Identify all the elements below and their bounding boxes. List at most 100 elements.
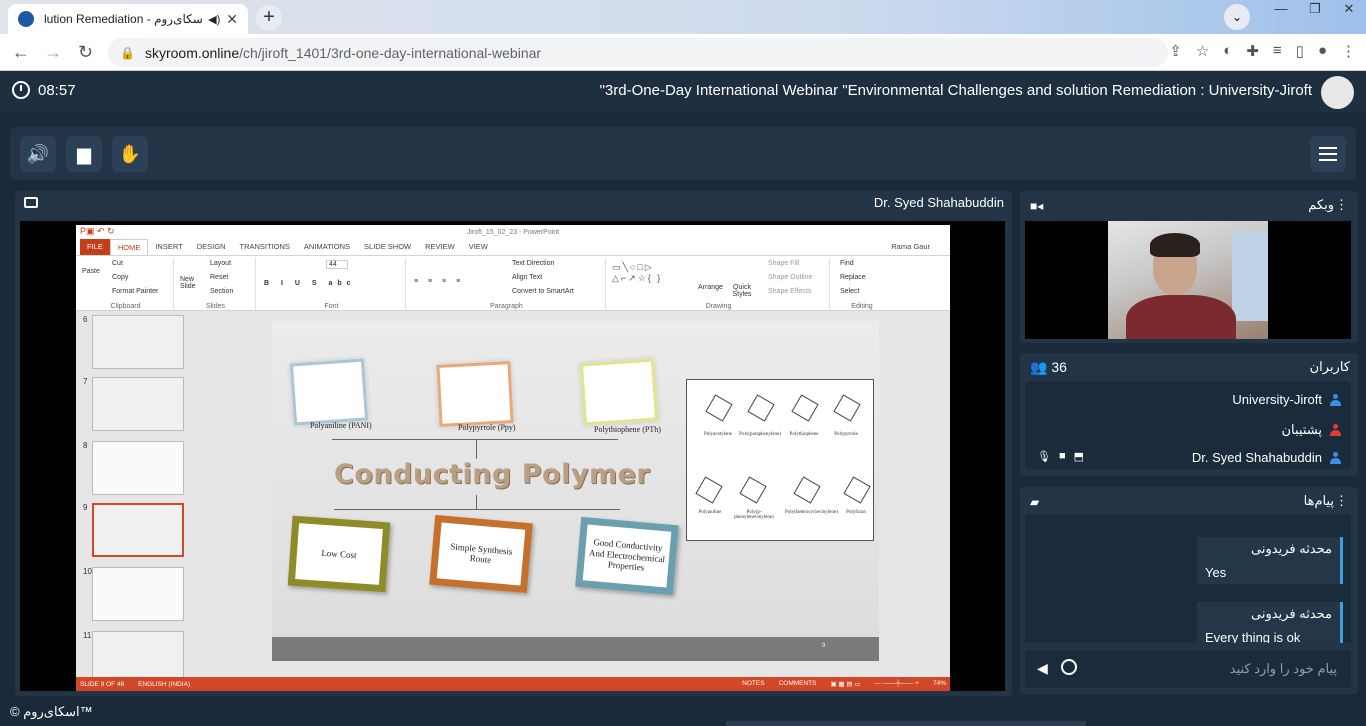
shape-effects-button[interactable]: Shape Effects	[768, 288, 811, 295]
speaker-button[interactable]: 🔊	[20, 136, 56, 172]
bookmark-star-icon[interactable]: ☆	[1196, 42, 1209, 60]
users-title: کاربران	[1309, 359, 1350, 374]
zoom-slider[interactable]: — ——┼—— +	[874, 680, 919, 688]
hamburger-menu-button[interactable]	[1310, 136, 1346, 172]
support-user-icon	[1330, 424, 1341, 436]
puzzle-icon[interactable]: ✚	[1246, 42, 1259, 60]
session-clock: 08:57	[12, 81, 76, 99]
chat-messages[interactable]: محدثه فریدونی Yes محدثه فریدونی Every th…	[1025, 515, 1351, 643]
arrange-button[interactable]: Arrange	[698, 284, 723, 291]
new-tab-button[interactable]: +	[256, 5, 282, 31]
browser-menu-icon[interactable]: ⋮	[1341, 42, 1356, 60]
zoom-level[interactable]: 74%	[933, 680, 946, 688]
chat-menu-icon[interactable]: ⋮	[1335, 493, 1348, 509]
shape-fill-button[interactable]: Shape Fill	[768, 260, 799, 267]
user-row[interactable]: پشتیبان	[1282, 422, 1341, 438]
notes-button[interactable]: NOTES	[742, 680, 764, 688]
current-slide[interactable]: Polyaniline (PANI) Polypyrrole (Ppy) Pol…	[272, 321, 879, 661]
profile-icon[interactable]: ●	[1318, 42, 1327, 60]
address-bar-row: ← → ↻ 🔒 skyroom.online/ch/jiroft_1401/3r…	[0, 34, 1366, 71]
replace-button[interactable]: Replace	[840, 274, 866, 281]
slide-title: Conducting Polymer	[334, 459, 651, 490]
user-row[interactable]: Dr. Syed Shahabuddin	[1192, 450, 1341, 465]
ppt-workspace: 6 7 8 9 10 11 Polyaniline (PANI) Polypyr…	[76, 311, 950, 685]
select-button[interactable]: Select	[840, 288, 859, 295]
side-panel-icon[interactable]: ▯	[1296, 42, 1304, 60]
new-slide-button[interactable]: New Slide	[180, 276, 204, 290]
footer-bar	[726, 721, 1086, 726]
ppt-tab-slideshow[interactable]: SLIDE SHOW	[357, 239, 418, 255]
webcam-title: وبکم	[1308, 197, 1334, 212]
slide-thumb[interactable]	[92, 567, 184, 621]
extension-icon[interactable]: ◐	[1223, 42, 1232, 60]
url-input[interactable]: 🔒 skyroom.online/ch/jiroft_1401/3rd-one-…	[108, 38, 1168, 67]
briefcase-button[interactable]: ▆	[66, 136, 102, 172]
user-row[interactable]: University-Jiroft	[1232, 392, 1341, 407]
align-buttons[interactable]: ≡ ≡ ≡ ≡	[414, 278, 464, 285]
view-buttons[interactable]: ▣ ▦ ▤ ▭	[830, 680, 860, 688]
emoji-icon[interactable]	[1061, 659, 1077, 675]
convert-smartart-button[interactable]: Convert to SmartArt	[512, 288, 574, 295]
ring-shape	[833, 394, 861, 422]
clipboard-label: Clipboard	[110, 303, 141, 310]
session-time: 08:57	[38, 81, 76, 99]
shapes-gallery[interactable]: ▭╲○□▷ △⌐↗☆{ }	[612, 262, 662, 284]
reset-button[interactable]: Reset	[210, 274, 228, 281]
thumb-number: 8	[83, 441, 88, 450]
comments-button[interactable]: COMMENTS	[779, 680, 817, 688]
minimize-icon[interactable]: —	[1264, 0, 1298, 20]
tab-search-button[interactable]: ⌄	[1224, 4, 1250, 30]
chem-label: Polyaniline	[698, 510, 722, 515]
find-button[interactable]: Find	[840, 260, 854, 267]
text-direction-button[interactable]: Text Direction	[512, 260, 554, 267]
users-list: University-Jiroft پشتیبان Dr. Syed Shaha…	[1025, 381, 1351, 469]
paragraph-group: Text Direction Align Text Convert to Sma…	[408, 258, 606, 310]
screen-share-icon[interactable]	[24, 197, 38, 208]
tab-audio-icon[interactable]: ◀)	[208, 13, 220, 26]
quick-styles-button[interactable]: Quick Styles	[730, 284, 754, 298]
font-size-field[interactable]: 44	[326, 260, 348, 269]
user-avatar[interactable]	[1321, 76, 1354, 109]
cut-button[interactable]: Cut	[112, 260, 123, 267]
connector-line	[476, 439, 477, 459]
connector-line	[476, 495, 477, 509]
raise-hand-button[interactable]: ✋	[112, 136, 148, 172]
skyroom-favicon-icon	[18, 11, 34, 27]
slide-thumb[interactable]	[92, 377, 184, 431]
browser-tab[interactable]: lution Remediation - اسکای‌روم ◀) ✕	[8, 4, 248, 34]
reload-icon[interactable]: ↻	[78, 42, 93, 63]
slides-label: Slides	[205, 303, 226, 310]
webcam-menu-icon[interactable]: ⋮	[1335, 197, 1348, 213]
layout-button[interactable]: Layout	[210, 260, 231, 267]
slide-thumb[interactable]	[92, 315, 184, 369]
slide-thumb[interactable]	[92, 441, 184, 495]
section-button[interactable]: Section	[210, 288, 233, 295]
ppt-tab-view[interactable]: VIEW	[462, 239, 495, 255]
slide-thumb-selected[interactable]	[92, 503, 184, 557]
align-text-button[interactable]: Align Text	[512, 274, 542, 281]
ppt-tab-transitions[interactable]: TRANSITIONS	[232, 239, 296, 255]
font-group: 44 B I U S abc Font	[258, 258, 406, 310]
tab-close-icon[interactable]: ✕	[226, 11, 238, 28]
media-list-icon[interactable]: ≡	[1273, 42, 1282, 60]
font-format-buttons[interactable]: B I U S abc	[264, 280, 356, 287]
thumb-number: 9	[83, 503, 88, 512]
share-icon[interactable]: ⇪	[1169, 42, 1182, 60]
format-painter-button[interactable]: Format Painter	[112, 288, 158, 295]
paste-button[interactable]: Paste	[82, 268, 100, 275]
ppt-tab-file[interactable]: FILE	[80, 239, 110, 255]
maximize-icon[interactable]: ❐	[1298, 0, 1332, 20]
send-icon[interactable]: ◀	[1037, 660, 1048, 677]
close-window-icon[interactable]: ✕	[1332, 0, 1366, 20]
language-status[interactable]: ENGLISH (INDIA)	[138, 681, 190, 688]
ppt-tab-home[interactable]: HOME	[109, 238, 149, 256]
copy-button[interactable]: Copy	[112, 274, 128, 281]
chat-input[interactable]: ◀ پیام خود را وارد کنید	[1025, 650, 1351, 688]
ppt-tab-insert[interactable]: INSERT	[148, 239, 189, 255]
shape-outline-button[interactable]: Shape Outline	[768, 274, 812, 281]
back-icon[interactable]: ←	[12, 42, 30, 63]
ppt-tab-design[interactable]: DESIGN	[190, 239, 233, 255]
ppt-tab-animations[interactable]: ANIMATIONS	[297, 239, 357, 255]
ppt-tab-review[interactable]: REVIEW	[418, 239, 462, 255]
forward-icon[interactable]: →	[44, 42, 62, 63]
